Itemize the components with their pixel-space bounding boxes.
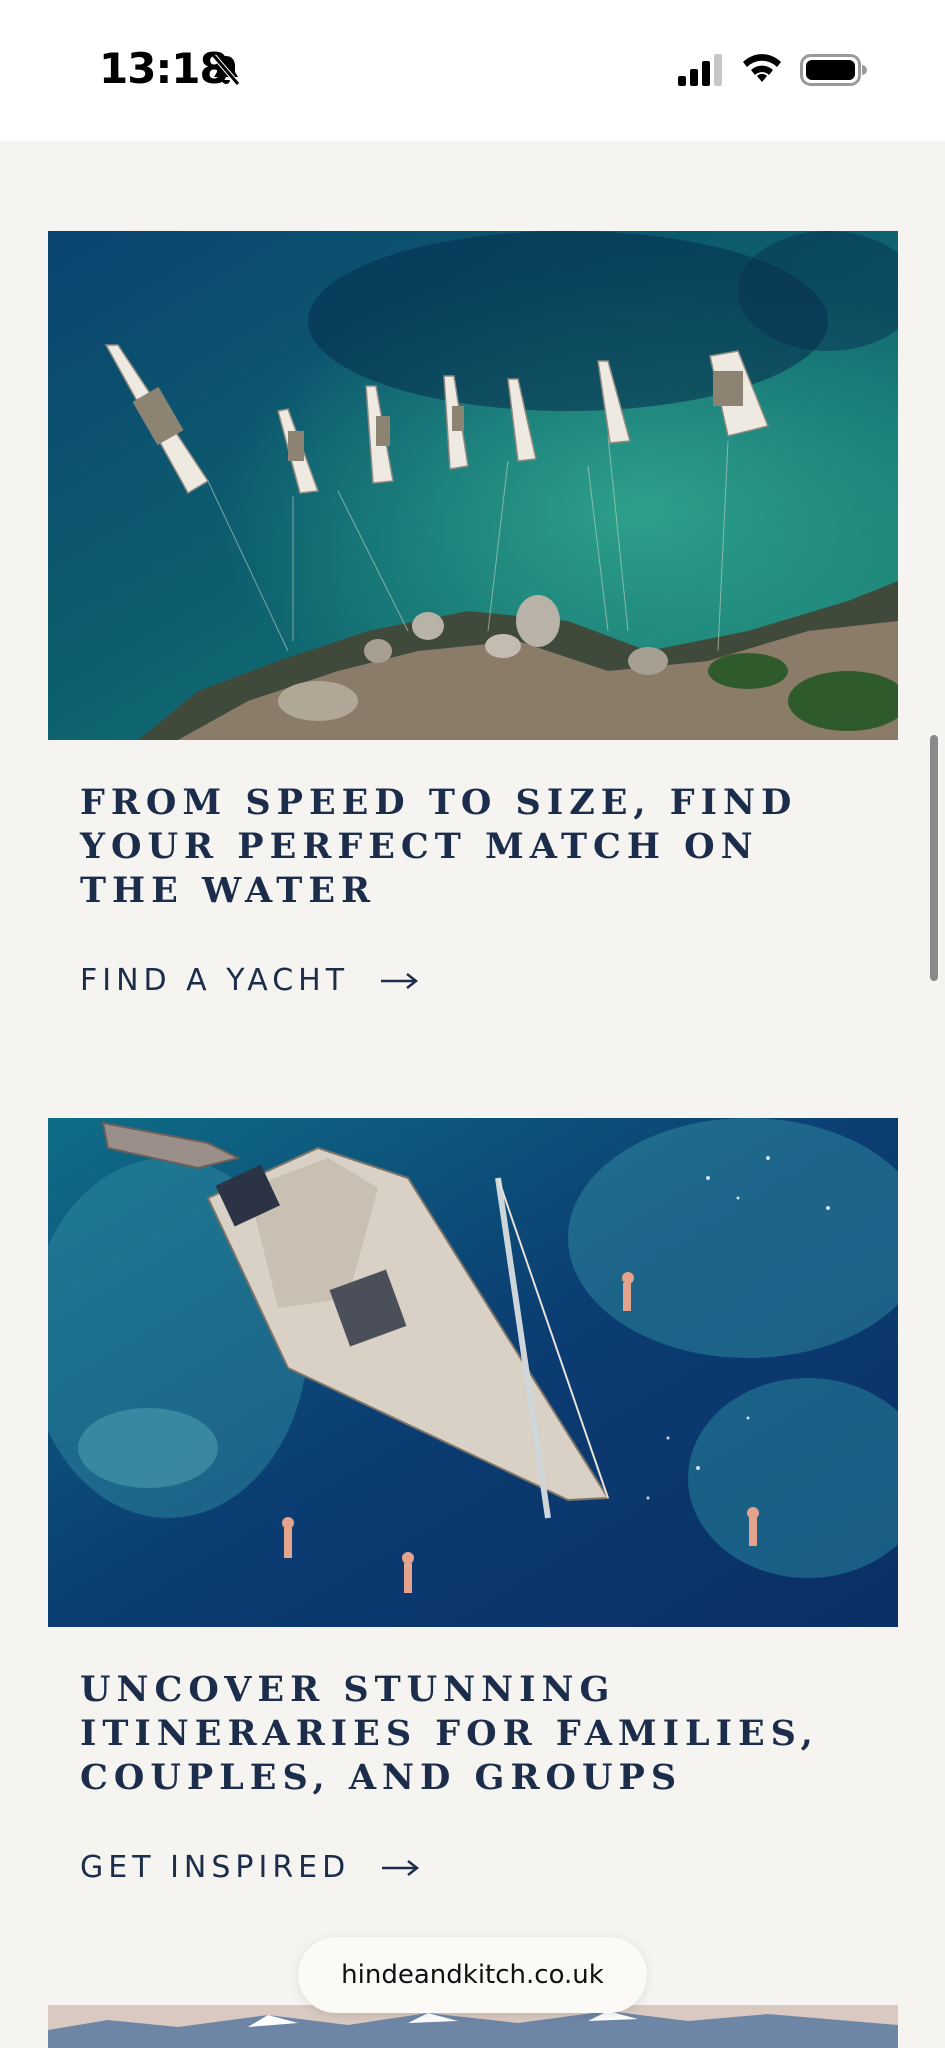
card-headline: FROM SPEED TO SIZE, FIND YOUR PERFECT MA… <box>80 782 798 911</box>
cta-label: GET INSPIRED <box>80 1850 351 1885</box>
wifi-icon <box>743 54 781 82</box>
find-a-yacht-link[interactable]: FIND A YACHT <box>80 963 419 998</box>
url-text: hindeandkitch.co.uk <box>341 1960 604 1990</box>
cta-label: FIND A YACHT <box>80 963 350 998</box>
card-image-boats[interactable] <box>48 231 898 740</box>
scrollbar[interactable] <box>930 735 938 981</box>
card-image-sailboat[interactable] <box>48 1118 898 1627</box>
card-headline: UNCOVER STUNNING ITINERARIES FOR FAMILIE… <box>80 1669 819 1798</box>
battery-icon <box>800 54 867 86</box>
page-content: FROM SPEED TO SIZE, FIND YOUR PERFECT MA… <box>0 141 945 2048</box>
cellular-signal-icon <box>678 54 722 86</box>
browser-url-bar[interactable]: hindeandkitch.co.uk <box>298 1937 647 2013</box>
arrow-right-icon <box>381 972 419 989</box>
bell-slash-icon <box>212 54 240 86</box>
arrow-right-icon <box>382 1859 420 1876</box>
status-bar: 13:18 <box>0 0 945 141</box>
get-inspired-link[interactable]: GET INSPIRED <box>80 1850 420 1885</box>
